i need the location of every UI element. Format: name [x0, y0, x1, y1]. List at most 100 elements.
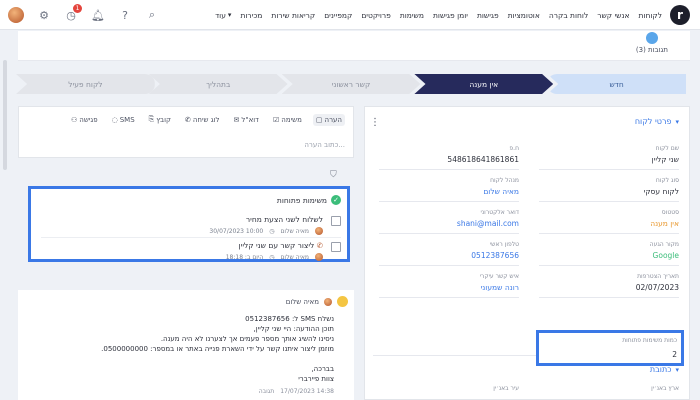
- sms-line: [34, 354, 334, 364]
- stage-new[interactable]: חדש: [547, 74, 686, 94]
- bell-icon[interactable]: 🔔︎: [91, 8, 105, 22]
- field-value: 2: [672, 350, 677, 359]
- field-value[interactable]: shani@mail.com: [379, 219, 519, 228]
- tab-call-log[interactable]: ✆ לוג שיחה: [182, 114, 223, 126]
- user-avatar[interactable]: [8, 7, 24, 23]
- field-country[interactable]: ארץ באנ׳ין: [539, 385, 679, 395]
- nav-item-projects[interactable]: פרויקטים: [361, 11, 390, 20]
- mail-icon: ✉: [233, 115, 240, 124]
- app-logo[interactable]: r: [670, 5, 690, 25]
- field-label: ארץ באנ׳ין: [651, 385, 679, 392]
- divider: [539, 201, 679, 202]
- sms-line: נשלח SMS ל: 0512387656: [245, 315, 334, 323]
- chevron-down-icon: ▾: [675, 365, 679, 374]
- field-value: לקוח עסקי: [643, 187, 679, 196]
- field-value: שני קליין: [651, 155, 679, 164]
- divider: [539, 265, 679, 266]
- task-name[interactable]: לשלוח לשני הצעת מחיר: [246, 215, 323, 224]
- tab-sms[interactable]: ◌ SMS: [109, 114, 138, 126]
- nav-item-customers[interactable]: לקוחות: [639, 11, 663, 20]
- record-header: תגובות (3): [18, 31, 690, 61]
- address-section-header[interactable]: כתובת ▾: [650, 365, 679, 374]
- field-email[interactable]: דואר אלקטרוני shani@mail.com: [379, 209, 519, 234]
- more-options-icon[interactable]: ⋮: [370, 117, 380, 128]
- comment-icon: [645, 32, 658, 44]
- owner-avatar: [315, 253, 323, 261]
- divider: [379, 233, 519, 234]
- customer-details-header[interactable]: פרטי לקוח ▾: [635, 117, 679, 126]
- field-lead-source[interactable]: מקור הגעה Google: [539, 241, 679, 266]
- activity-body: נשלח SMS ל: 0512387656 תוכן ההודעה: היי …: [34, 314, 334, 384]
- scrollbar[interactable]: [3, 60, 7, 170]
- field-city[interactable]: עיר באנ׳ין: [379, 385, 519, 395]
- comments-counter[interactable]: תגובות (3): [636, 32, 668, 54]
- filter-icon[interactable]: ⛉: [330, 170, 337, 180]
- nav-item-calendar[interactable]: יומן פגישות: [433, 11, 468, 20]
- field-customer-type[interactable]: סוג לקוח לקוח עסקי: [539, 177, 679, 202]
- field-label: שם לקוח: [655, 145, 679, 152]
- check-icon: ☑: [273, 115, 280, 124]
- tab-file[interactable]: ⎘ קובץ: [146, 113, 174, 126]
- activity-composer: ▢ הערה ☑ משימה ✉ דוא"ל ✆ לוג שיחה ⎘ קובץ ◌ SMS…: [18, 106, 354, 158]
- field-value: אין מענה: [650, 219, 679, 228]
- nav-item-sales[interactable]: מכירות: [240, 11, 262, 20]
- open-tasks-title: משימות פתוחות: [276, 195, 327, 205]
- field-value[interactable]: רונה שמעוני: [379, 283, 519, 292]
- tab-email[interactable]: ✉ דוא"ל: [231, 114, 262, 126]
- field-primary-contact[interactable]: איש קשר עיקרי רונה שמעוני: [379, 273, 519, 298]
- search-icon[interactable]: ⌕: [145, 8, 159, 22]
- field-value[interactable]: 0512387656: [379, 251, 519, 260]
- stage-active-customer[interactable]: לקוח פעיל: [16, 74, 155, 94]
- field-account-manager[interactable]: מנהל לקוח מאיה שלום: [379, 177, 519, 202]
- nav-item-campaigns[interactable]: קמפיינים: [324, 11, 352, 20]
- nav-item-service-calls[interactable]: קריאות שירות: [271, 11, 315, 20]
- stage-first-contact[interactable]: קשר ראשוני: [281, 74, 421, 94]
- activity-item-sms: מאיה שלום נשלח SMS ל: 0512387656 תוכן הה…: [18, 290, 354, 400]
- task-item: ליצור קשר עם שני קליין ✆ מאיה שלום ◷ היו…: [41, 239, 341, 263]
- field-customer-name[interactable]: שם לקוח שני קליין: [539, 145, 679, 170]
- nav-item-automations[interactable]: אוטומציות: [508, 11, 540, 20]
- field-label: איש קשר עיקרי: [479, 273, 519, 280]
- tab-meeting[interactable]: ⚇ פגישה: [68, 114, 101, 126]
- customer-details-title: פרטי לקוח: [634, 117, 672, 126]
- nav-more[interactable]: עוד ▾: [215, 11, 231, 20]
- history-icon[interactable]: ◷ 1: [64, 4, 82, 22]
- tab-task[interactable]: ☑ משימה: [270, 114, 305, 126]
- field-company-id[interactable]: ח.פ 548618641861861: [379, 145, 519, 170]
- activity-author: מאיה שלום: [285, 297, 319, 306]
- task-due: היום ב: 18:18: [225, 253, 264, 261]
- tab-note[interactable]: ▢ הערה: [312, 113, 345, 126]
- people-icon: ⚇: [70, 115, 78, 124]
- help-icon[interactable]: ?: [118, 8, 132, 22]
- stage-no-answer[interactable]: אין מענה: [414, 74, 554, 94]
- task-checkbox[interactable]: [331, 216, 341, 226]
- task-checkbox[interactable]: [331, 242, 341, 252]
- field-join-date[interactable]: תאריך הצטרפות 02/07/2023: [539, 273, 679, 298]
- field-main-phone[interactable]: טלפון ראשי 0512387656: [379, 241, 519, 266]
- reply-link[interactable]: תגובה: [259, 388, 274, 395]
- field-open-tasks-count[interactable]: כמות משימות פתוחות 2: [536, 330, 684, 366]
- notification-badge: 1: [73, 4, 82, 13]
- tab-task-label: משימה: [281, 115, 302, 124]
- field-label: סוג לקוח: [655, 177, 679, 184]
- nav-item-tasks[interactable]: משימות: [400, 11, 424, 20]
- field-status[interactable]: סטטוס אין מענה: [539, 209, 679, 234]
- activity-header: מאיה שלום: [286, 296, 348, 307]
- field-value[interactable]: מאיה שלום: [379, 187, 519, 196]
- task-meta: מאיה שלום ◷ היום ב: 18:18: [226, 253, 323, 261]
- task-name[interactable]: ליצור קשר עם שני קליין ✆: [239, 241, 323, 250]
- tab-call-log-label: לוג שיחה: [192, 115, 220, 124]
- nav-item-contacts[interactable]: אנשי קשר: [597, 11, 629, 20]
- note-icon: ▢: [315, 115, 323, 124]
- tab-note-label: הערה: [324, 115, 342, 124]
- note-input[interactable]: כתוב הערה...: [27, 141, 345, 149]
- nav-item-meetings[interactable]: פגישות: [477, 11, 499, 20]
- nav-item-dashboards[interactable]: לוחות בקרה: [549, 11, 588, 20]
- divider: [379, 265, 519, 266]
- gear-icon[interactable]: ⚙: [37, 8, 51, 22]
- check-circle-icon: ✓: [331, 195, 341, 205]
- divider: [379, 201, 519, 202]
- stage-in-progress[interactable]: בתהליך: [148, 74, 288, 94]
- divider: [379, 297, 519, 298]
- owner-avatar: [315, 227, 323, 235]
